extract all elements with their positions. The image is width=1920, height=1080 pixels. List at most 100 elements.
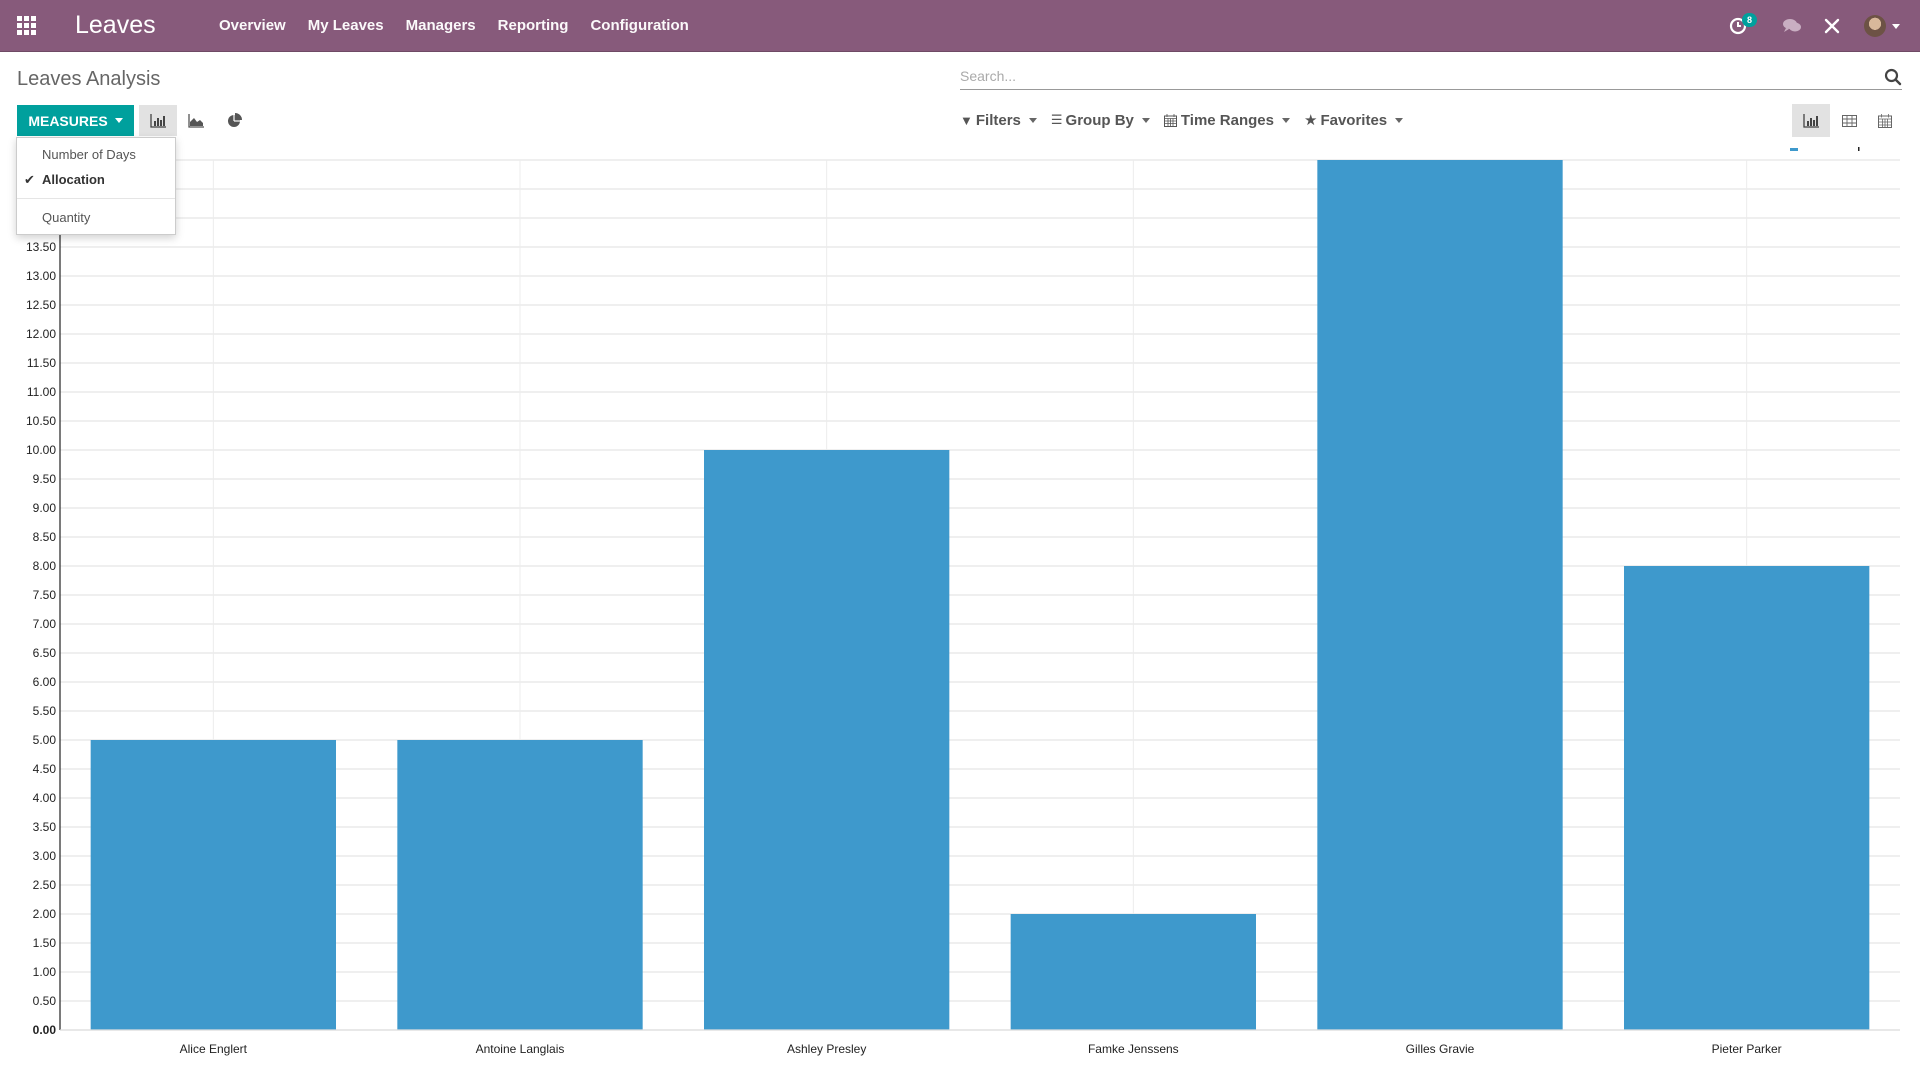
y-tick-label: 6.00: [33, 675, 57, 689]
y-tick-label: 4.50: [33, 762, 57, 776]
y-tick-label: 2.00: [33, 907, 57, 921]
calendar-icon: [1163, 113, 1177, 127]
menu-item-reporting[interactable]: Reporting: [487, 0, 580, 52]
pivot-view-button[interactable]: [1830, 104, 1868, 137]
measures-label: MEASURES: [28, 112, 108, 129]
caret-down-icon: [1395, 117, 1404, 123]
user-menu[interactable]: [1852, 0, 1912, 52]
filters-button[interactable]: ▼ Filters: [960, 111, 1037, 129]
legend-mark: [1858, 147, 1860, 151]
activity-count-badge: 8: [1742, 13, 1758, 27]
y-tick-label: 10.50: [26, 414, 56, 428]
area-chart-icon: [187, 113, 204, 128]
filter-icon: ▼: [960, 112, 973, 128]
bar-antoine-langlais[interactable]: Antoine Langlais: 5: [397, 740, 643, 1030]
x-axis: Alice Englert Antoine Langlais Ashley Pres…: [60, 1029, 1900, 1056]
measures-button[interactable]: MEASURES: [17, 105, 134, 136]
chart-legend: [1790, 147, 1860, 151]
bar-chart-icon: [149, 113, 166, 128]
calendar-icon: [1878, 113, 1892, 128]
bar-famke-jenssens[interactable]: Famke Jenssens: 2: [1010, 914, 1256, 1030]
y-tick-label: 12.00: [26, 327, 56, 341]
legend-swatch[interactable]: [1790, 148, 1798, 151]
top-navbar: Leaves Overview My Leaves Managers Repor…: [0, 0, 1920, 52]
chevron-down-icon: [1892, 23, 1900, 29]
x-tick-label: Ashley Presley: [787, 1042, 866, 1056]
y-axis: 0.00 0.50 1.00 1.50 2.00 2.50 3.00 3.50 4.00 4.50…: [26, 150, 61, 1037]
favorites-button[interactable]: ★ Favorites: [1304, 111, 1404, 129]
search-icon[interactable]: [1884, 68, 1902, 86]
dropdown-divider: [17, 198, 175, 199]
y-tick-label: 10.00: [26, 443, 56, 457]
y-tick-label: 4.00: [33, 791, 57, 805]
search-bar: [960, 64, 1902, 90]
y-tick-label: 3.50: [33, 820, 57, 834]
graph-view-button[interactable]: [1792, 104, 1830, 137]
line-chart-button[interactable]: [177, 105, 215, 136]
x-tick-label: Alice Englert: [180, 1042, 248, 1056]
search-input[interactable]: [960, 64, 1860, 88]
caret-down-icon: [1028, 117, 1037, 123]
debug-tools-button[interactable]: [1812, 0, 1852, 52]
group-by-button[interactable]: ☰ Group By: [1051, 111, 1150, 129]
bar-pieter-parker[interactable]: Pieter Parker: 8: [1624, 566, 1870, 1030]
list-icon: ☰: [1050, 112, 1063, 127]
filters-label: Filters: [975, 111, 1021, 129]
favorites-label: Favorites: [1320, 111, 1388, 129]
measure-label: Quantity: [42, 210, 91, 225]
activity-button[interactable]: 8: [1718, 0, 1758, 52]
x-tick-label: Gilles Gravie: [1406, 1042, 1475, 1056]
menu-item-managers[interactable]: Managers: [395, 0, 487, 52]
x-tick-label: Pieter Parker: [1712, 1042, 1782, 1056]
measure-number-of-days[interactable]: Number of Days: [17, 142, 175, 167]
menu-item-overview[interactable]: Overview: [208, 0, 297, 52]
caret-down-icon: [1141, 117, 1150, 123]
time-ranges-button[interactable]: Time Ranges: [1163, 111, 1290, 129]
y-tick-label: 13.50: [26, 240, 56, 254]
bar-chart-button[interactable]: [139, 105, 177, 136]
page-title: Leaves Analysis: [17, 68, 161, 90]
measure-allocation[interactable]: ✔ Allocation: [17, 167, 175, 192]
caret-down-icon: [114, 118, 123, 123]
y-tick-label: 3.00: [33, 849, 57, 863]
systray: 8: [1718, 0, 1920, 52]
y-tick-label: 0.50: [33, 994, 57, 1008]
bar-alice-englert[interactable]: Alice Englert: 5: [90, 740, 337, 1030]
measure-quantity[interactable]: Quantity: [17, 205, 175, 230]
pie-chart-button[interactable]: [215, 105, 253, 136]
y-tick-label: 1.50: [33, 936, 57, 950]
caret-down-icon: [1281, 117, 1290, 123]
calendar-view-button[interactable]: [1866, 104, 1904, 137]
group-by-label: Group By: [1065, 111, 1134, 129]
menu-item-my-leaves[interactable]: My Leaves: [297, 0, 395, 52]
messaging-button[interactable]: [1772, 0, 1812, 52]
y-tick-label: 8.50: [33, 530, 57, 544]
chat-bubbles-icon: [1783, 19, 1801, 32]
apps-menu-icon[interactable]: [17, 16, 37, 35]
tools-icon: [1824, 18, 1840, 34]
bar-chart-icon: [1802, 113, 1819, 128]
measure-label: Allocation: [42, 172, 105, 187]
pie-chart-icon: [227, 113, 242, 127]
bar-gilles-gravie[interactable]: Gilles Gravie: 15: [1317, 160, 1563, 1030]
search-options: ▼ Filters ☰ Group By Time Ranges ★ Favor…: [960, 111, 1404, 129]
y-tick-label: 5.00: [33, 733, 57, 747]
time-ranges-label: Time Ranges: [1180, 111, 1274, 129]
check-icon: ✔: [24, 172, 35, 187]
bar-chart: Alice Englert: 5Antoine Langlais: 5Ashle…: [26, 147, 1900, 1056]
y-tick-label: 11.50: [27, 356, 56, 370]
x-tick-label: Antoine Langlais: [476, 1042, 565, 1056]
bar-ashley-presley[interactable]: Ashley Presley: 10: [704, 450, 950, 1030]
menu-item-configuration[interactable]: Configuration: [579, 0, 699, 52]
measures-dropdown: Number of Days ✔ Allocation Quantity: [16, 137, 176, 235]
y-tick-label: 11.00: [27, 385, 56, 399]
y-tick-label: 7.50: [33, 588, 57, 602]
y-tick-label: 12.50: [26, 298, 56, 312]
app-name[interactable]: Leaves: [75, 11, 156, 40]
avatar: [1864, 15, 1886, 37]
y-tick-label: 7.00: [33, 617, 57, 631]
y-tick-label: 13.00: [26, 269, 56, 283]
measure-label: Number of Days: [42, 147, 136, 162]
main-menu: Overview My Leaves Managers Reporting Co…: [208, 0, 700, 52]
y-tick-label: 1.00: [33, 965, 57, 979]
